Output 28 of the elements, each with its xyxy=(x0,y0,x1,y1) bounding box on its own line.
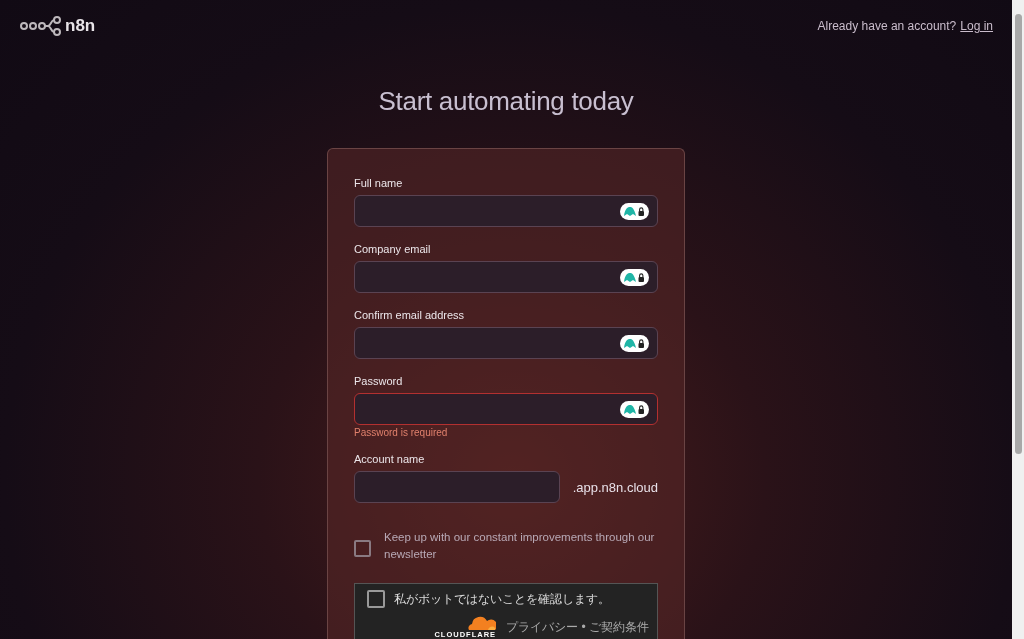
password-field[interactable] xyxy=(354,393,658,425)
field-label: Company email xyxy=(354,243,432,256)
account-prompt: Already have an account? xyxy=(817,19,957,33)
field-label: Password xyxy=(354,375,404,388)
login-link[interactable]: Log in xyxy=(960,19,993,33)
password-manager-icon[interactable] xyxy=(620,400,649,418)
page-title: Start automating today xyxy=(378,86,634,116)
password-manager-icon[interactable] xyxy=(620,202,649,220)
field-label: Account name xyxy=(354,453,426,466)
captcha-label: 私がボットではないことを確認します。 xyxy=(394,590,610,608)
domain-suffix: .app.n8n.cloud xyxy=(572,479,658,495)
newsletter-label: Keep up with our constant improvements through our newsletter xyxy=(384,530,656,562)
password-manager-icon[interactable] xyxy=(620,334,649,352)
field-label: Full name xyxy=(354,177,404,190)
input-field[interactable] xyxy=(354,195,658,227)
error-message: Password is required xyxy=(354,427,449,439)
scrollbar[interactable] xyxy=(1012,0,1024,639)
logo-icon xyxy=(20,16,62,36)
privacy-terms-links[interactable]: プライバシー • ご契約条件 xyxy=(506,619,649,634)
input-field[interactable] xyxy=(354,327,658,359)
captcha-checkbox[interactable] xyxy=(367,590,385,608)
input-field[interactable] xyxy=(354,261,658,293)
logo-text: n8n xyxy=(65,16,96,36)
password-manager-icon[interactable] xyxy=(620,268,649,286)
field-label: Confirm email address xyxy=(354,309,466,322)
input-field[interactable] xyxy=(354,471,560,503)
cloud-icon xyxy=(466,614,497,630)
newsletter-checkbox[interactable] xyxy=(354,540,371,557)
